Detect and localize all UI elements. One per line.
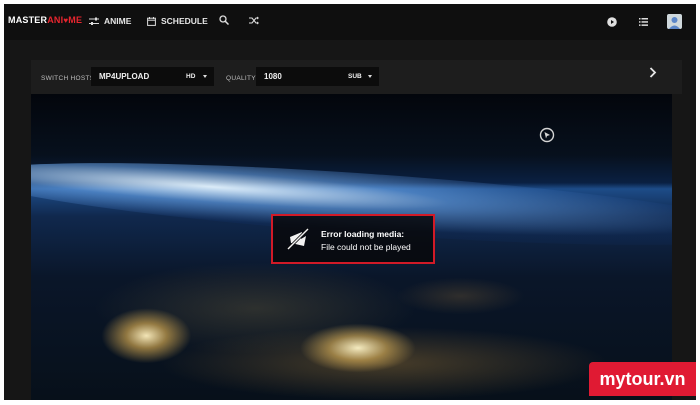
logo-text-me: ME [68, 15, 83, 25]
site-logo[interactable]: MASTERANI♥ME [8, 15, 82, 25]
host-select-value: MP4UPLOAD [99, 72, 150, 81]
chevron-right-icon[interactable] [649, 67, 657, 78]
site-watermark: mytour.vn [589, 362, 696, 396]
switch-hosts-label: SWITCH HOSTS [41, 75, 95, 82]
host-quality-tag: HD [186, 73, 196, 80]
player-controls-bar: SWITCH HOSTS MP4UPLOAD HD QUALITY 1080 S… [31, 60, 682, 94]
nav-anime[interactable]: ANIME [89, 16, 131, 26]
play-icon[interactable] [607, 17, 617, 27]
chevron-down-icon [368, 75, 372, 78]
calendar-icon [147, 16, 156, 26]
quality-label: QUALITY [226, 75, 256, 82]
chevron-down-icon [203, 75, 207, 78]
error-title: Error loading media: [321, 229, 405, 239]
search-icon[interactable] [219, 15, 229, 25]
list-icon[interactable] [639, 18, 648, 26]
host-select[interactable]: MP4UPLOAD HD [91, 67, 214, 86]
error-message: File could not be played [321, 242, 411, 252]
shuffle-icon[interactable] [249, 16, 259, 25]
quality-select[interactable]: 1080 SUB [256, 67, 379, 86]
no-video-icon [287, 228, 309, 250]
quality-select-value: 1080 [264, 72, 282, 81]
top-navbar: MASTERANI♥ME ANIME SCHEDULE [4, 4, 696, 40]
nav-schedule[interactable]: SCHEDULE [147, 16, 208, 26]
user-avatar-icon[interactable] [667, 14, 682, 29]
logo-text-ani: ANI [47, 15, 64, 25]
error-message-box: Error loading media: File could not be p… [271, 214, 435, 264]
mouse-cursor-icon [539, 127, 555, 143]
nav-schedule-label: SCHEDULE [161, 16, 208, 26]
app-frame: MASTERANI♥ME ANIME SCHEDULE SWITCH HOSTS… [4, 4, 696, 400]
nav-anime-label: ANIME [104, 16, 132, 26]
sliders-icon [89, 17, 99, 25]
sub-tag: SUB [348, 73, 362, 80]
video-player[interactable]: HD Error loading media: File could not b… [31, 94, 672, 400]
logo-text-master: MASTER [8, 15, 48, 25]
